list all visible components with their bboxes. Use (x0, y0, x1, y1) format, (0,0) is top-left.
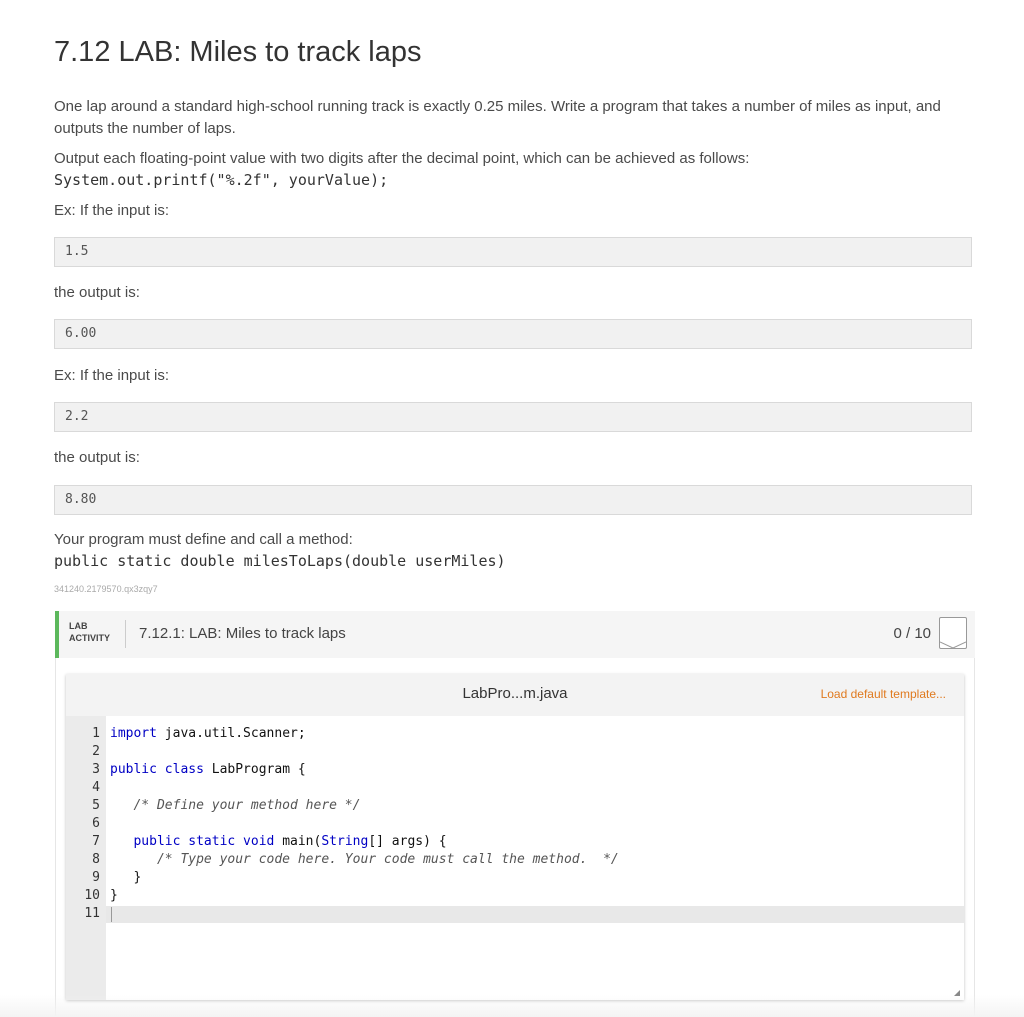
line-number: 1 (92, 726, 100, 741)
line-number: 2 (92, 744, 100, 759)
line-number-gutter: 1 2 3 4 5 6 7 8 9 10 11 (66, 716, 106, 1000)
lab-header-divider (125, 620, 126, 648)
code-type: String (321, 834, 369, 849)
example2-input: 2.2 (54, 402, 972, 432)
example1-label: Ex: If the input is: (54, 202, 170, 219)
code-line-7[interactable]: public static void main(String[] args) { (110, 834, 447, 849)
lab-activity-tag: LAB ACTIVITY (69, 620, 110, 644)
content-id: 341240.2179570.qx3zqy7 (54, 584, 158, 594)
line-number: 4 (92, 780, 100, 795)
line-number: 5 (92, 798, 100, 813)
lab-title: 7.12.1: LAB: Miles to track laps (139, 625, 346, 642)
editor-toolbar: LabPro...m.java Load default template... (66, 674, 964, 716)
line-number: 9 (92, 870, 100, 885)
text-cursor (111, 907, 112, 922)
method-signature: public static double milesToLaps(double … (54, 552, 506, 570)
line-number: 6 (92, 816, 100, 831)
lab-tag-line1: LAB (69, 621, 88, 631)
code-line-8[interactable]: /* Type your code here. Your code must c… (110, 852, 619, 867)
line-number: 3 (92, 762, 100, 777)
code-line-10[interactable]: } (110, 888, 118, 903)
code-text: LabProgram { (203, 762, 306, 777)
lab-score: 0 / 10 (893, 625, 931, 642)
code-text: main( (274, 834, 322, 849)
line-number: 10 (84, 888, 100, 903)
intro-text: One lap around a standard high-school ru… (54, 98, 941, 137)
active-line-highlight (106, 906, 964, 923)
page-title: 7.12 LAB: Miles to track laps (54, 36, 422, 68)
code-keyword: public class (110, 762, 204, 777)
score-badge-icon (939, 617, 967, 649)
example2-output-label: the output is: (54, 449, 140, 466)
format-note: Output each floating-point value with tw… (54, 150, 750, 167)
lab-activity-header: LAB ACTIVITY 7.12.1: LAB: Miles to track… (55, 611, 975, 658)
code-text: [] args) { (368, 834, 447, 849)
method-note: Your program must define and call a meth… (54, 531, 353, 548)
line-number: 8 (92, 852, 100, 867)
example2-output: 8.80 (54, 485, 972, 515)
line-number: 7 (92, 834, 100, 849)
bottom-fade (0, 995, 1024, 1017)
example1-input: 1.5 (54, 237, 972, 267)
format-code: System.out.printf("%.2f", yourValue); (54, 171, 389, 189)
example1-output-label: the output is: (54, 284, 140, 301)
code-line-9[interactable]: } (110, 870, 141, 885)
code-line-3[interactable]: public class LabProgram { (110, 762, 306, 777)
line-number: 11 (84, 906, 100, 921)
example2-label: Ex: If the input is: (54, 367, 170, 384)
lab-tag-line2: ACTIVITY (69, 633, 111, 643)
code-line-1[interactable]: import java.util.Scanner; (110, 726, 306, 741)
code-keyword: public static void (110, 834, 275, 849)
load-default-template-link[interactable]: Load default template... (821, 687, 946, 701)
code-editor[interactable]: LabPro...m.java Load default template...… (66, 674, 964, 1000)
example1-output: 6.00 (54, 319, 972, 349)
code-keyword: import (110, 726, 157, 741)
code-text: java.util.Scanner; (156, 726, 306, 741)
code-line-5[interactable]: /* Define your method here */ (110, 798, 360, 813)
